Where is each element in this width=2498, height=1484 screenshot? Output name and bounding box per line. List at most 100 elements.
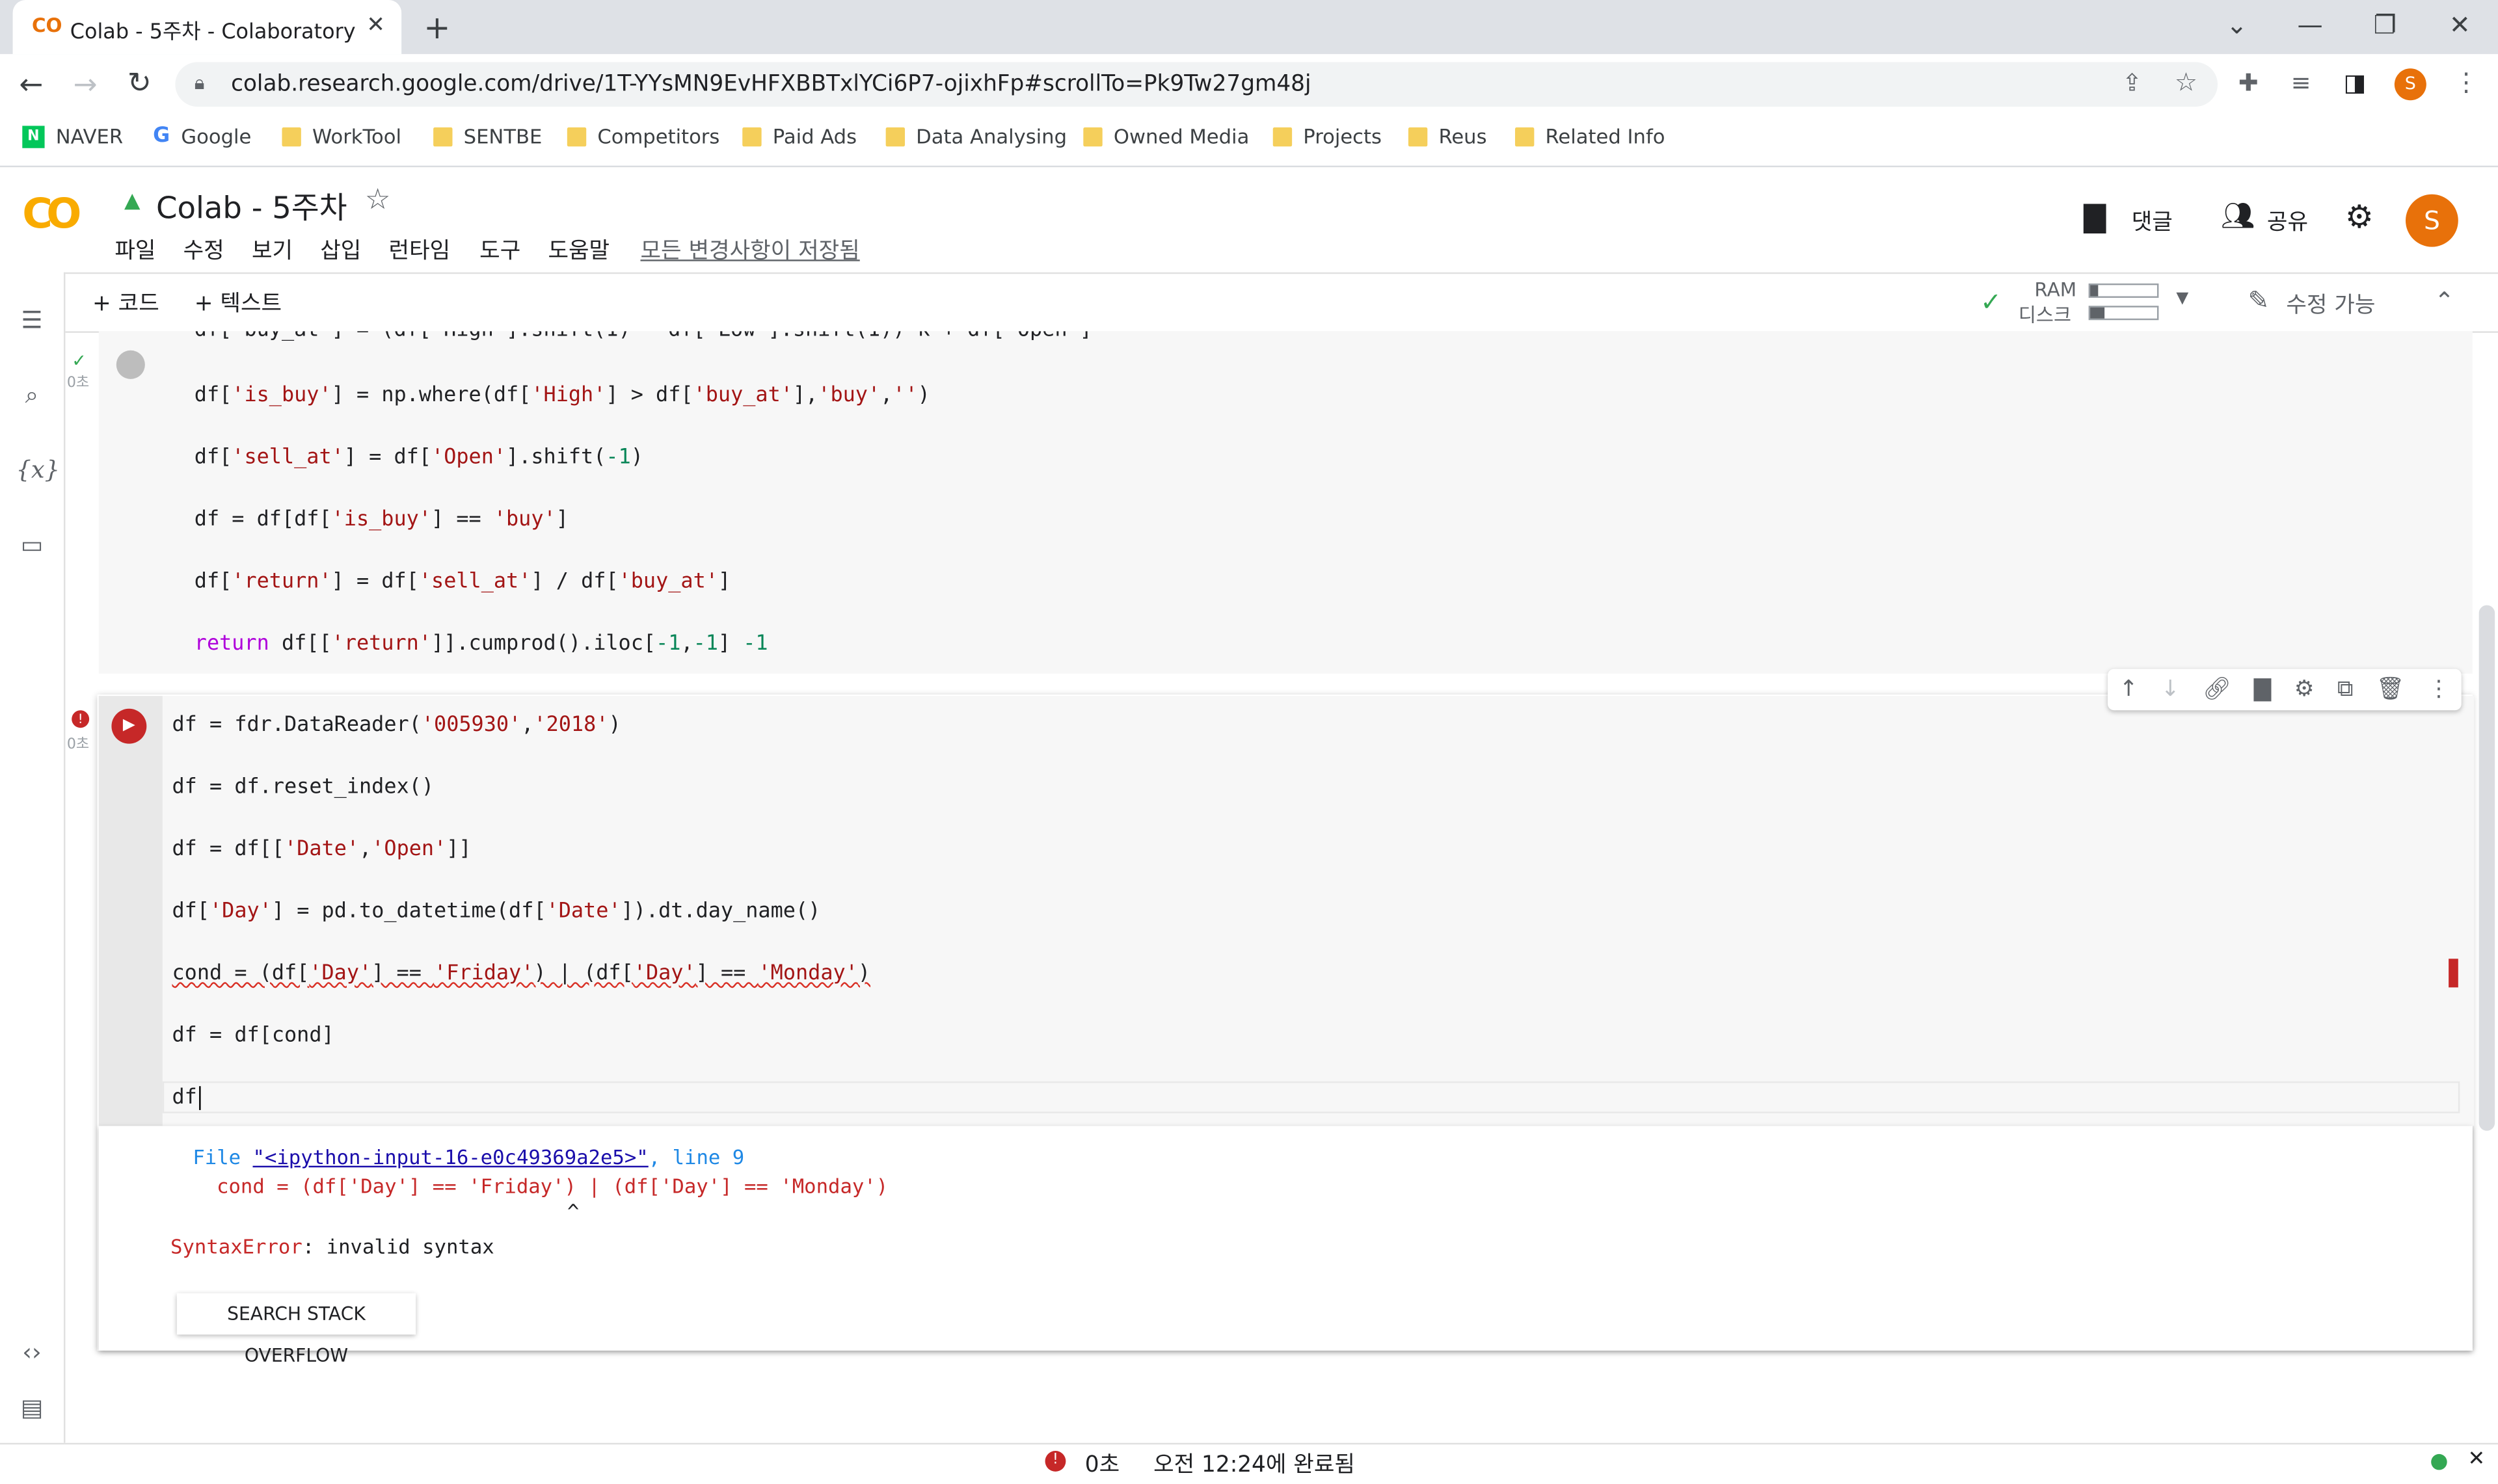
status-exec-time[interactable]: 0초 — [1085, 1448, 1120, 1479]
side-panel-icon[interactable]: ◨ — [2343, 68, 2366, 97]
close-status-icon[interactable]: ✕ — [2468, 1448, 2486, 1472]
cell-toolbar: ↑ ↓ 🔗︎ ▇ ⚙ ⧉ 🗑︎ ⋮ — [2108, 669, 2462, 711]
bookmark-projects[interactable]: Projects — [1272, 124, 1382, 148]
code-line: df['sell_at'] = df['Open'].shift(-1) — [194, 445, 643, 470]
code-line: df = df[df['is_buy'] == 'buy'] — [194, 508, 569, 532]
comment-button[interactable]: 댓글 — [2132, 205, 2173, 237]
mirror-cell-icon[interactable]: ⧉ — [2337, 677, 2353, 702]
share-page-icon[interactable]: ⇪ — [2122, 68, 2142, 97]
cell-error-icon: ! — [72, 710, 90, 728]
code-snippets-icon[interactable]: ‹› — [16, 1338, 47, 1366]
bookmark-paid-ads[interactable]: Paid Ads — [742, 124, 857, 148]
media-icon[interactable]: ≡ — [2291, 68, 2311, 97]
profile-avatar[interactable]: S — [2394, 68, 2426, 101]
terminal-icon[interactable]: ▤ — [16, 1394, 47, 1422]
code-line: return df[['return']].cumprod().iloc[-1,… — [194, 632, 768, 656]
notebook-title[interactable]: Colab - 5주차 — [156, 185, 347, 228]
share-button[interactable]: 공유 — [2267, 205, 2308, 237]
bookmark-worktool[interactable]: WorkTool — [282, 124, 401, 148]
comment-icon[interactable]: ▇ — [2084, 201, 2106, 234]
comment-cell-icon[interactable]: ▇ — [2254, 677, 2271, 702]
notebook-scrollbar[interactable] — [2478, 605, 2495, 1131]
code-line: df['buy_at'] = (df['High'].shift(1) - df… — [195, 331, 1092, 342]
user-avatar[interactable]: S — [2405, 194, 2458, 247]
reload-icon[interactable]: ↻ — [128, 67, 152, 100]
bookmark-reus[interactable]: Reus — [1408, 124, 1487, 148]
search-stack-overflow-button[interactable]: SEARCH STACK OVERFLOW — [176, 1293, 416, 1366]
more-icon[interactable]: ⋮ — [2428, 677, 2450, 702]
files-folder-icon[interactable]: ▭ — [16, 531, 47, 559]
extensions-icon[interactable]: ✚ — [2238, 68, 2259, 97]
save-status[interactable]: 모든 변경사항이 저장됨 — [640, 234, 859, 266]
bookmark-related-info[interactable]: Related Info — [1514, 124, 1665, 148]
bookmark-sentbe[interactable]: SENTBE — [433, 124, 542, 148]
code-line-error: cond = (df['Day'] == 'Friday') | (df['Da… — [172, 962, 871, 986]
forward-icon[interactable]: → — [74, 68, 98, 101]
cell-settings-icon[interactable]: ⚙ — [2294, 677, 2315, 702]
resource-dropdown-icon[interactable]: ▼ — [2176, 290, 2188, 308]
bookmark-naver[interactable]: N NAVER — [22, 124, 123, 148]
bookmark-star-icon[interactable]: ☆ — [2175, 67, 2197, 98]
browser-menu-icon[interactable]: ⋮ — [2453, 67, 2478, 98]
code-line: df['is_buy'] = np.where(df['High'] > df[… — [194, 384, 930, 408]
bookmark-competitors[interactable]: Competitors — [567, 124, 719, 148]
traceback-file-link[interactable]: "<ipython-input-16-e0c49369a2e5>" — [253, 1145, 649, 1169]
disk-label: 디스크 — [2018, 304, 2072, 327]
move-up-icon[interactable]: ↑ — [2119, 677, 2138, 702]
url-text[interactable]: colab.research.google.com/drive/1T-YYsMN… — [231, 72, 1311, 97]
status-error-icon: ! — [1045, 1451, 1066, 1472]
star-notebook-icon[interactable]: ☆ — [365, 183, 391, 217]
colab-logo[interactable]: CO — [22, 191, 81, 239]
cell-gutter — [98, 696, 163, 1126]
menu-insert[interactable]: 삽입 — [320, 234, 361, 266]
side-rail — [0, 272, 66, 1443]
collapse-header-icon[interactable]: ⌃ — [2434, 287, 2454, 315]
menu-help[interactable]: 도움말 — [548, 234, 610, 266]
code-line: df = fdr.DataReader('005930','2018') — [172, 713, 621, 737]
code-cell-previous[interactable] — [98, 331, 2473, 674]
minimize-icon[interactable]: — — [2286, 10, 2333, 40]
settings-gear-icon[interactable]: ⚙ — [2345, 198, 2374, 236]
bookmark-data-analysing[interactable]: Data Analysing — [885, 124, 1067, 148]
tab-close-icon[interactable]: ✕ — [366, 13, 385, 38]
menu-view[interactable]: 보기 — [252, 234, 293, 266]
lock-icon[interactable]: 🔒︎ — [195, 72, 205, 96]
cell-exec-count-badge — [116, 350, 145, 379]
folder-icon — [282, 126, 301, 146]
restore-icon[interactable]: ❐ — [2361, 10, 2408, 40]
ram-meter[interactable] — [2088, 283, 2159, 298]
edit-mode-button[interactable]: 수정 가능 — [2286, 288, 2375, 320]
bookmark-owned-media[interactable]: Owned Media — [1083, 124, 1249, 148]
tab-title: Colab - 5주차 - Colaboratory — [70, 20, 356, 45]
menu-tools[interactable]: 도구 — [479, 234, 520, 266]
disk-meter[interactable] — [2088, 306, 2159, 321]
people-icon[interactable]: 👥︎ — [2221, 201, 2255, 233]
browser-tab[interactable]: CO Colab - 5주차 - Colaboratory ✕ — [12, 0, 402, 55]
run-cell-button[interactable]: ▶ — [111, 708, 147, 744]
menu-edit[interactable]: 수정 — [183, 234, 224, 266]
bookmark-google[interactable]: G Google — [153, 124, 251, 148]
tab-search-icon[interactable]: ⌄ — [2213, 10, 2261, 40]
cell-success-check-icon: ✓ — [72, 350, 87, 371]
pencil-icon: ✎ — [2248, 285, 2270, 315]
connection-status-dot — [2431, 1453, 2447, 1470]
new-tab-icon[interactable]: + — [423, 8, 450, 46]
link-icon[interactable]: 🔗︎ — [2203, 677, 2231, 702]
menu-file[interactable]: 파일 — [114, 234, 155, 266]
search-icon[interactable]: ⌕ — [16, 380, 47, 409]
close-window-icon[interactable]: ✕ — [2436, 10, 2484, 40]
back-icon[interactable]: ← — [19, 68, 43, 101]
traceback-caret: ^ — [567, 1199, 580, 1223]
toc-icon[interactable]: ☰ — [16, 306, 47, 334]
menu-runtime[interactable]: 런타임 — [389, 234, 451, 266]
code-line: df — [172, 1086, 200, 1110]
cell-add-toolbar — [63, 272, 2498, 333]
folder-icon — [433, 126, 453, 146]
add-code-button[interactable]: + 코드 — [92, 287, 159, 319]
move-down-icon[interactable]: ↓ — [2161, 677, 2180, 702]
add-text-button[interactable]: + 텍스트 — [195, 287, 282, 319]
error-marker — [2449, 959, 2458, 988]
delete-icon[interactable]: 🗑︎ — [2376, 677, 2405, 702]
code-line: df['return'] = df['sell_at'] / df['buy_a… — [194, 570, 731, 594]
variables-icon[interactable]: {x} — [16, 455, 59, 484]
